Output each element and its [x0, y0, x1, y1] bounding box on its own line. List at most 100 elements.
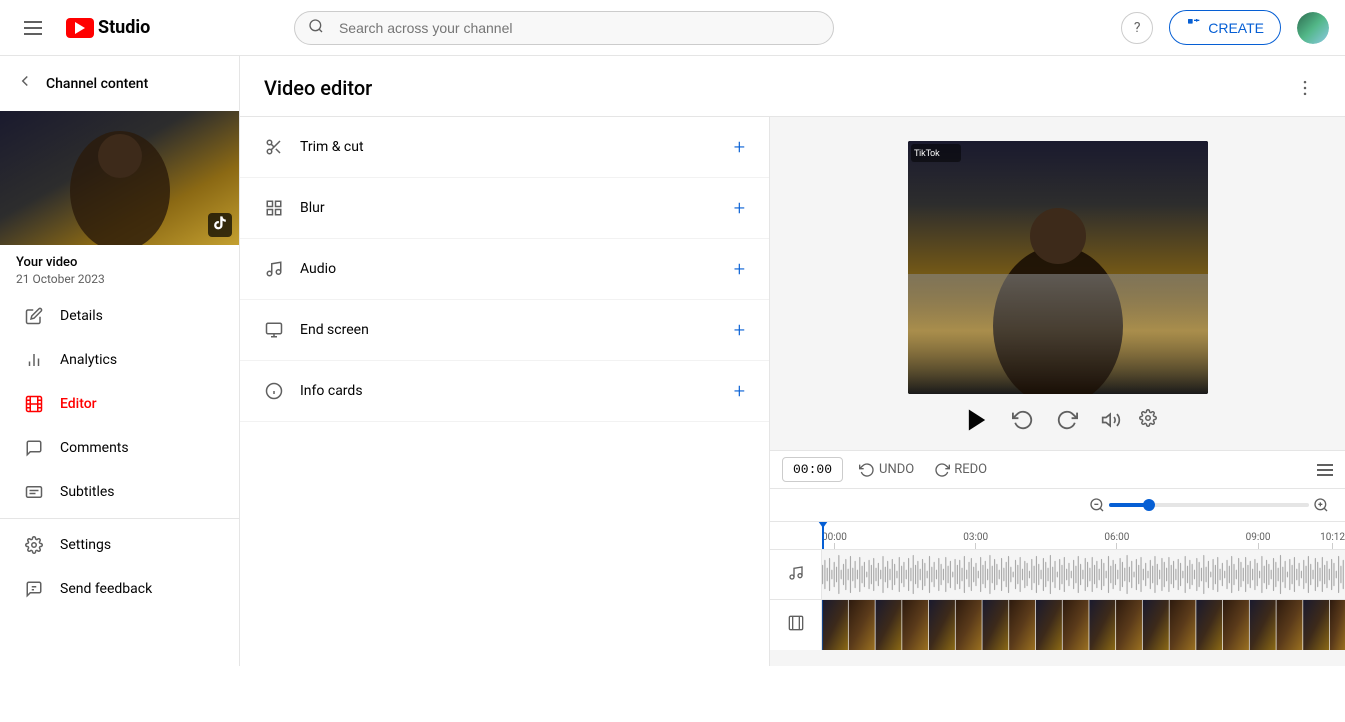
- tool-end-screen-add-icon[interactable]: +: [734, 318, 745, 342]
- question-mark-icon: ?: [1134, 20, 1141, 36]
- tool-info-cards[interactable]: Info cards +: [240, 361, 769, 422]
- play-button[interactable]: [959, 402, 995, 438]
- logo-text: Studio: [98, 17, 150, 38]
- tool-audio-add-icon[interactable]: +: [734, 257, 745, 281]
- zoom-controls: [1317, 464, 1333, 476]
- right-panel: TikTok: [770, 117, 1345, 666]
- ruler-mark-0-line: [834, 543, 835, 549]
- scissors-icon: [264, 137, 284, 157]
- video-track-content: [822, 600, 1345, 650]
- ruler-mark-2-label: 06:00: [1104, 532, 1129, 543]
- video-thumbnail-image: [0, 111, 240, 245]
- sidebar-item-details-label: Details: [60, 308, 103, 324]
- search-wrapper: [294, 11, 834, 45]
- youtube-logo-icon: [66, 18, 94, 38]
- sidebar-item-subtitles[interactable]: Subtitles: [0, 470, 239, 514]
- topbar-right: ? CREATE: [1121, 10, 1329, 45]
- tools-panel: Trim & cut + Blur +: [240, 117, 770, 666]
- tool-audio[interactable]: Audio +: [240, 239, 769, 300]
- preview-controls: [959, 402, 1157, 438]
- zoom-slider-thumb[interactable]: [1143, 499, 1155, 511]
- sidebar-item-settings[interactable]: Settings: [0, 523, 239, 567]
- channel-content-header[interactable]: Channel content: [0, 56, 239, 111]
- tiktok-badge: [208, 213, 232, 237]
- sidebar-item-comments[interactable]: Comments: [0, 426, 239, 470]
- timeline-controls-row: 00:00 UNDO REDO: [770, 451, 1345, 489]
- rewind-button[interactable]: [1007, 404, 1039, 436]
- forward-button[interactable]: [1051, 404, 1083, 436]
- video-info: Your video 21 October 2023: [0, 245, 239, 294]
- playhead-triangle: [818, 522, 828, 528]
- tool-info-cards-left: Info cards: [264, 381, 363, 401]
- create-plus-icon: [1186, 17, 1202, 38]
- video-track-row: [770, 600, 1345, 650]
- ruler-mark-2-line: [1116, 543, 1117, 549]
- volume-button[interactable]: [1095, 404, 1127, 436]
- logo[interactable]: Studio: [66, 17, 150, 38]
- tool-trim-cut-add-icon[interactable]: +: [734, 135, 745, 159]
- sidebar-item-subtitles-label: Subtitles: [60, 484, 115, 500]
- video-track-label: [770, 600, 822, 650]
- tool-trim-cut[interactable]: Trim & cut +: [240, 117, 769, 178]
- video-title: Your video: [16, 255, 223, 270]
- sidebar-item-details[interactable]: Details: [0, 294, 239, 338]
- timeline-section: 00:00 UNDO REDO: [770, 450, 1345, 650]
- sidebar-item-analytics-label: Analytics: [60, 352, 117, 368]
- tool-info-cards-add-icon[interactable]: +: [734, 379, 745, 403]
- music-track-icon: [788, 565, 804, 585]
- preview-settings-button[interactable]: [1139, 409, 1157, 431]
- more-options-button[interactable]: [1289, 72, 1321, 104]
- create-label: CREATE: [1208, 20, 1264, 36]
- ruler-content: 00:00 03:00 06:00: [822, 522, 1345, 549]
- ruler-mark-1-line: [975, 543, 976, 549]
- hamburger-menu[interactable]: [16, 13, 50, 43]
- undo-button[interactable]: UNDO: [851, 458, 922, 482]
- audio-track-row: [770, 550, 1345, 600]
- video-date: 21 October 2023: [16, 272, 223, 286]
- comment-icon: [24, 438, 44, 458]
- sidebar-item-editor[interactable]: Editor: [0, 382, 239, 426]
- ruler-mark-3-label: 09:00: [1246, 532, 1271, 543]
- ruler-mark-end: 10:12: [1320, 532, 1345, 549]
- info-icon: [264, 381, 284, 401]
- tool-info-cards-label: Info cards: [300, 383, 363, 399]
- video-thumbnail[interactable]: [0, 111, 240, 245]
- ruler-mark-0-label: 00:00: [822, 532, 847, 543]
- sidebar: Channel content: [0, 56, 240, 666]
- zoom-slider[interactable]: [1109, 503, 1309, 507]
- zoom-in-button[interactable]: [1309, 493, 1333, 517]
- user-avatar[interactable]: [1297, 12, 1329, 44]
- tool-end-screen[interactable]: End screen +: [240, 300, 769, 361]
- create-button[interactable]: CREATE: [1169, 10, 1281, 45]
- search-bar: [294, 11, 834, 45]
- sidebar-item-settings-label: Settings: [60, 537, 111, 553]
- search-input[interactable]: [294, 11, 834, 45]
- audio-track-content: [822, 550, 1345, 599]
- playhead[interactable]: [822, 522, 824, 549]
- timecode-display[interactable]: 00:00: [782, 457, 843, 482]
- pencil-icon: [24, 306, 44, 326]
- back-arrow-icon[interactable]: [16, 72, 34, 95]
- subtitles-icon: [24, 482, 44, 502]
- undo-redo-group: UNDO REDO: [851, 458, 995, 482]
- main-content: Video editor Trim & cut +: [240, 56, 1345, 666]
- help-button[interactable]: ?: [1121, 12, 1153, 44]
- sidebar-item-feedback[interactable]: Send feedback: [0, 567, 239, 611]
- redo-label: REDO: [954, 462, 987, 477]
- end-screen-icon: [264, 320, 284, 340]
- zoom-out-button[interactable]: [1085, 493, 1109, 517]
- sidebar-nav: Details Analytics Editor C: [0, 294, 239, 666]
- tool-trim-cut-label: Trim & cut: [300, 139, 364, 155]
- tool-end-screen-left: End screen: [264, 320, 369, 340]
- editor-title: Video editor: [264, 76, 372, 100]
- tool-blur[interactable]: Blur +: [240, 178, 769, 239]
- thumbnail-svg: [0, 111, 240, 245]
- ruler-mark-1-label: 03:00: [963, 532, 988, 543]
- sidebar-item-editor-label: Editor: [60, 396, 97, 412]
- undo-label: UNDO: [879, 462, 914, 477]
- tool-blur-add-icon[interactable]: +: [734, 196, 745, 220]
- ruler-mark-end-label: 10:12: [1320, 532, 1345, 543]
- redo-button[interactable]: REDO: [926, 458, 995, 482]
- timeline-options-icon[interactable]: [1317, 464, 1333, 476]
- sidebar-item-analytics[interactable]: Analytics: [0, 338, 239, 382]
